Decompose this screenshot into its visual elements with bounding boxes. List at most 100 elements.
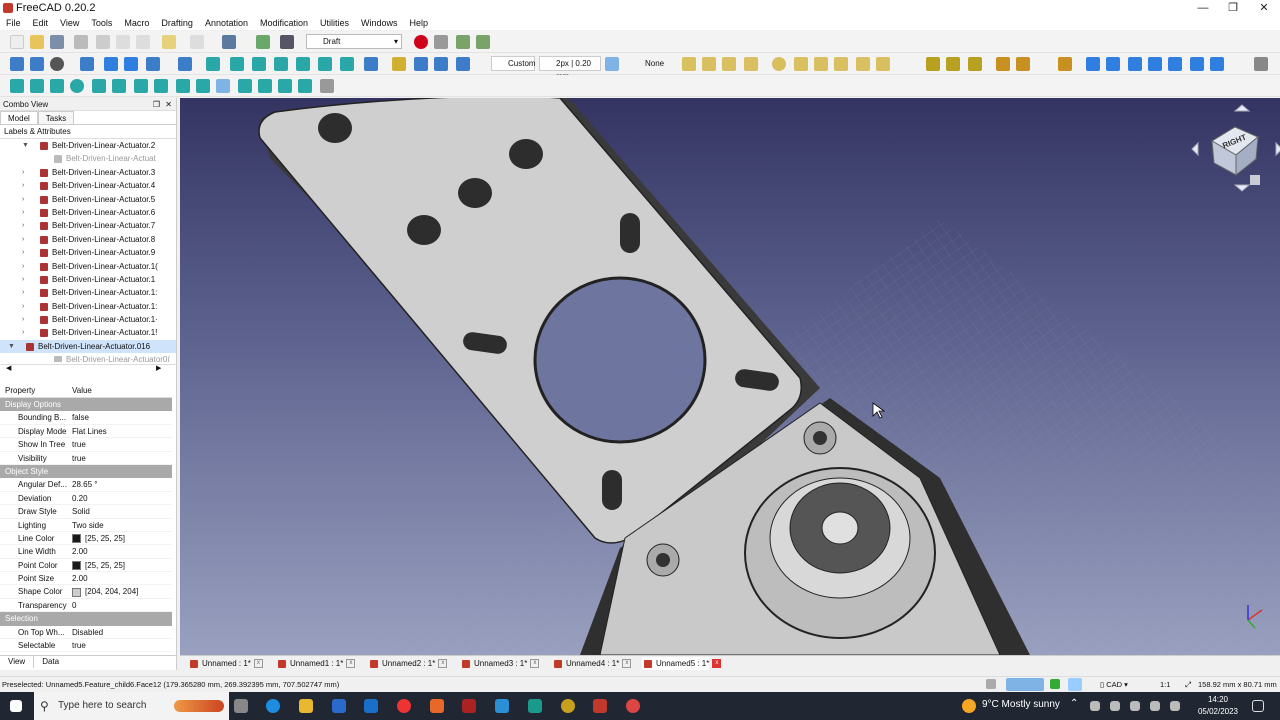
top-view-icon[interactable] [252, 57, 266, 71]
collapse-arrow-icon[interactable]: › [22, 246, 24, 259]
tree-horizontal-scrollbar[interactable]: ◀ ▶ [0, 364, 177, 373]
collapse-arrow-icon[interactable]: › [22, 206, 24, 219]
paste-icon[interactable] [136, 35, 150, 49]
fillet-tool-icon[interactable] [722, 57, 736, 71]
mirror-tool-icon[interactable] [1148, 57, 1162, 71]
undo-icon[interactable] [162, 35, 176, 49]
doc-tab[interactable]: Unnamed1 : 1* x [276, 657, 356, 670]
property-row[interactable]: Line Color [25, 25, 25] [0, 532, 172, 546]
task-view-icon[interactable] [234, 699, 248, 713]
tab-view[interactable]: View [0, 656, 35, 668]
tree-item[interactable]: ▼ Belt-Driven-Linear-Actuator.016 [0, 339, 176, 354]
property-value[interactable]: [204, 204, 204] [72, 585, 138, 598]
circle-tool-icon[interactable] [772, 57, 786, 71]
text-tool-icon[interactable] [996, 57, 1010, 71]
menu-utilities[interactable]: Utilities [314, 18, 355, 28]
property-row[interactable]: Shape Color [204, 204, 204] [0, 585, 172, 599]
trimex-tool-icon[interactable] [1190, 57, 1204, 71]
property-value[interactable]: true [72, 639, 86, 652]
property-value[interactable]: [25, 25, 25] [72, 559, 125, 572]
property-row[interactable]: Selectable true [0, 639, 172, 653]
edge-browser-icon[interactable] [266, 699, 280, 713]
collapse-arrow-icon[interactable]: › [22, 313, 24, 326]
tray-icon[interactable] [1090, 701, 1100, 711]
app-red-icon[interactable] [462, 699, 476, 713]
collapse-arrow-icon[interactable]: › [22, 260, 24, 273]
menu-modification[interactable]: Modification [254, 18, 314, 28]
annotation-style-icon[interactable] [1058, 57, 1072, 71]
property-row[interactable]: Show In Tree true [0, 438, 172, 452]
save-as-icon[interactable] [74, 35, 88, 49]
snap-special-icon[interactable] [196, 79, 210, 93]
menu-windows[interactable]: Windows [355, 18, 404, 28]
rotate-tool-icon[interactable] [1106, 57, 1120, 71]
new-file-icon[interactable] [10, 35, 24, 49]
front-view-icon[interactable] [230, 57, 244, 71]
property-group-header[interactable]: Object Style [0, 464, 172, 479]
dimension-tool-icon[interactable] [1016, 57, 1030, 71]
snap-toggle-icon[interactable] [1050, 679, 1060, 689]
menu-edit[interactable]: Edit [27, 18, 55, 28]
arc-tool-icon[interactable] [744, 57, 758, 71]
right-view-icon[interactable] [274, 57, 288, 71]
property-row[interactable]: Display Mode Flat Lines [0, 425, 172, 439]
stretch-tool-icon[interactable] [1210, 57, 1224, 71]
property-value[interactable]: 2.00 [72, 545, 88, 558]
offset-tool-icon[interactable] [1168, 57, 1182, 71]
chrome-icon[interactable] [397, 699, 411, 713]
property-value[interactable]: 0.20 [72, 492, 88, 505]
forward-view-icon[interactable] [124, 57, 138, 71]
float-panel-icon[interactable]: ❐ [153, 98, 160, 111]
snap-dimensions-icon[interactable] [298, 79, 312, 93]
zoom-icon[interactable] [178, 57, 192, 71]
snap-center-icon[interactable] [70, 79, 84, 93]
tree-item[interactable]: › Belt-Driven-Linear-Actuator.6 [0, 206, 176, 219]
snap-ortho-icon[interactable] [238, 79, 252, 93]
view-toggle-icon[interactable] [1068, 678, 1082, 691]
close-tab-icon[interactable]: x [346, 659, 356, 668]
clock[interactable]: 14:20 05/02/2023 [1196, 694, 1240, 718]
tab-tasks[interactable]: Tasks [37, 111, 75, 124]
close-tab-icon[interactable]: x [712, 659, 722, 668]
tree-item[interactable]: › Belt-Driven-Linear-Actuator.3 [0, 166, 176, 179]
tree-item[interactable]: › Belt-Driven-Linear-Actuator.1· [0, 313, 176, 326]
app-gold-icon[interactable] [561, 699, 575, 713]
macros-icon[interactable] [456, 35, 470, 49]
property-row[interactable]: Transparency 0 [0, 599, 172, 613]
snap-workingplane-icon[interactable] [278, 79, 292, 93]
tab-data[interactable]: Data [34, 656, 67, 668]
tray-chevron-icon[interactable]: ⌃ [1070, 698, 1078, 709]
expand-arrow-icon[interactable]: ▼ [22, 139, 29, 152]
doc-tab[interactable]: Unnamed4 : 1* x [552, 657, 632, 670]
collapse-arrow-icon[interactable]: › [22, 219, 24, 232]
link-actions-icon[interactable] [456, 57, 470, 71]
measure-distance-icon[interactable] [364, 57, 378, 71]
windows-start-icon[interactable] [10, 700, 22, 712]
property-value[interactable]: 28.65 ° [72, 478, 97, 491]
property-value[interactable]: Disabled [72, 626, 103, 639]
network-icon[interactable] [1130, 701, 1140, 711]
collapse-arrow-icon[interactable]: › [22, 193, 24, 206]
tree-item[interactable]: Belt-Driven-Linear-Actuator0( [0, 353, 176, 362]
maximize-button[interactable]: ❐ [1218, 0, 1248, 16]
construction-mode-icon[interactable] [605, 57, 619, 71]
scale-tool-icon[interactable] [1128, 57, 1142, 71]
polyline-tool-icon[interactable] [702, 57, 716, 71]
snap-perpendicular-icon[interactable] [134, 79, 148, 93]
collapse-arrow-icon[interactable]: › [22, 326, 24, 339]
property-row[interactable]: Point Color [25, 25, 25] [0, 559, 172, 573]
hatch-icon[interactable] [968, 57, 982, 71]
doc-tab[interactable]: Unnamed : 1* x [188, 657, 263, 670]
create-part-icon[interactable] [392, 57, 406, 71]
close-tab-icon[interactable]: x [530, 659, 540, 668]
property-row[interactable]: Draw Style Solid [0, 505, 172, 519]
mail-icon[interactable] [364, 699, 378, 713]
link-icon[interactable] [434, 57, 448, 71]
tree-item[interactable]: › Belt-Driven-Linear-Actuator.9 [0, 246, 176, 259]
property-value[interactable]: true [72, 452, 86, 465]
recompute-icon[interactable] [256, 35, 270, 49]
menu-help[interactable]: Help [404, 18, 435, 28]
collapse-arrow-icon[interactable]: › [22, 300, 24, 313]
record-macro-icon[interactable] [414, 35, 428, 49]
whats-this-icon[interactable] [280, 35, 294, 49]
